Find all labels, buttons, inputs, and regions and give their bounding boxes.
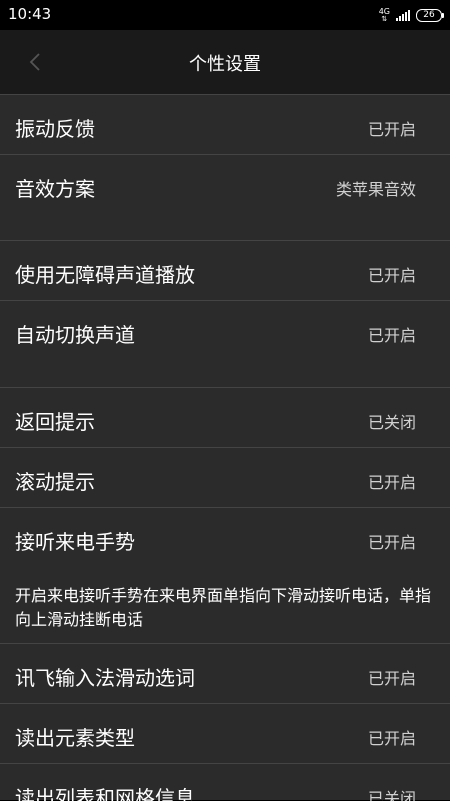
signal-strength-icon: [396, 9, 410, 21]
setting-value: 已开启: [367, 669, 416, 688]
network-type-icon: 4G ⇅: [378, 6, 390, 23]
setting-row-ifly-swipe-select[interactable]: 讯飞输入法滑动选词 已开启: [0, 643, 450, 704]
setting-label: 自动切换声道: [15, 323, 135, 347]
page-title: 个性设置: [189, 54, 261, 75]
setting-row-vibration-feedback[interactable]: 振动反馈 已开启: [0, 94, 450, 155]
setting-value: 已开启: [367, 533, 416, 552]
setting-row-read-element-type[interactable]: 读出元素类型 已开启: [0, 703, 450, 764]
setting-label: 使用无障碍声道播放: [15, 263, 195, 287]
setting-value: 已关闭: [367, 789, 416, 801]
battery-level: 26: [423, 9, 435, 20]
status-bar: 10:43 4G ⇅ 26: [0, 0, 450, 30]
setting-row-sound-scheme[interactable]: 音效方案 类苹果音效: [0, 154, 450, 241]
setting-row-back-hint[interactable]: 返回提示 已关闭: [0, 387, 450, 448]
setting-label: 返回提示: [15, 410, 95, 434]
setting-value: 已开启: [367, 729, 416, 748]
setting-row-accessibility-audio-channel[interactable]: 使用无障碍声道播放 已开启: [0, 240, 450, 301]
setting-row-scroll-hint[interactable]: 滚动提示 已开启: [0, 447, 450, 508]
setting-value: 已开启: [367, 266, 416, 285]
setting-value: 已关闭: [367, 413, 416, 432]
setting-label: 读出列表和网格信息: [15, 786, 195, 801]
setting-row-read-list-grid-info[interactable]: 读出列表和网格信息 已关闭: [0, 763, 450, 801]
battery-icon: 26: [416, 8, 444, 22]
setting-value: 已开启: [367, 473, 416, 492]
setting-label: 讯飞输入法滑动选词: [15, 666, 195, 690]
setting-label: 滚动提示: [15, 470, 95, 494]
status-time: 10:43: [8, 5, 52, 23]
status-icons: 4G ⇅ 26: [378, 6, 444, 24]
setting-label: 音效方案: [15, 177, 95, 201]
setting-label: 读出元素类型: [15, 726, 135, 750]
setting-row-answer-call-gesture[interactable]: 接听来电手势 已开启 开启来电接听手势在来电界面单指向下滑动接听电话，单指向上滑…: [0, 507, 450, 644]
setting-label: 接听来电手势: [15, 530, 135, 554]
setting-value: 类苹果音效: [335, 180, 416, 199]
setting-label: 振动反馈: [15, 117, 95, 141]
gesture-description: 开启来电接听手势在来电界面单指向下滑动接听电话，单指向上滑动挂断电话: [15, 586, 432, 629]
setting-value: 已开启: [367, 326, 416, 345]
setting-row-auto-switch-channel[interactable]: 自动切换声道 已开启: [0, 300, 450, 388]
top-app-bar: 个性设置: [0, 30, 450, 94]
settings-list: 振动反馈 已开启 音效方案 类苹果音效 使用无障碍声道播放 已开启 自动切换声道…: [0, 94, 450, 801]
setting-value: 已开启: [367, 120, 416, 139]
